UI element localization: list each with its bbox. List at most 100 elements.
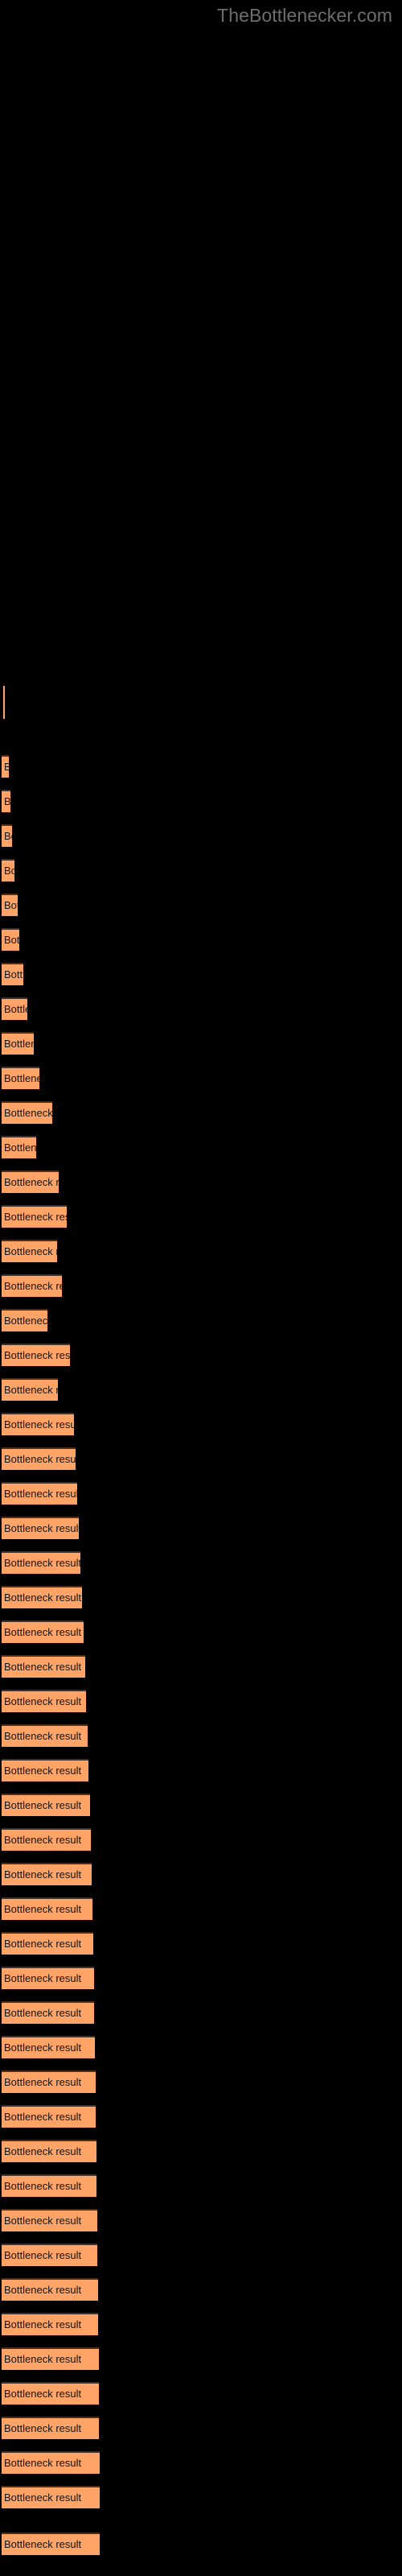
bar: Bottleneck result <box>2 1551 80 1574</box>
bar-row: Bottleneck result <box>0 1067 402 1089</box>
bar-label: Bottleneck result <box>4 1661 82 1673</box>
bar-label: Bottleneck result <box>4 1695 82 1707</box>
bar: Bottleneck result <box>2 1517 79 1539</box>
bar-row: Bottleneck result <box>0 2244 402 2266</box>
bar: Bottleneck result <box>2 1309 47 1331</box>
bar: Bottleneck result <box>2 1482 77 1505</box>
bar-row: Bottleneck result <box>0 1482 402 1505</box>
bar: Bottleneck result <box>2 2140 96 2162</box>
bar-row: Bottleneck result <box>0 1413 402 1435</box>
bar: Bottleneck result <box>2 963 23 985</box>
bar-label: Bottleneck result <box>4 1211 67 1223</box>
bar: Bottleneck result <box>2 859 14 881</box>
bar-label: Bottleneck result <box>4 1557 80 1569</box>
bar-label: Bottleneck result <box>4 762 9 773</box>
bar-label: Bottleneck result <box>4 1522 79 1534</box>
bar-row: Bottleneck result <box>0 997 402 1020</box>
bar-row: Bottleneck result <box>0 1274 402 1297</box>
bar: Bottleneck result <box>2 1863 92 1885</box>
bar: Bottleneck result <box>2 1759 88 1781</box>
bar: Bottleneck result <box>2 997 27 1020</box>
bar-label: Bottleneck result <box>4 830 12 842</box>
bar: Bottleneck result <box>2 1967 94 1989</box>
bar-row: Bottleneck result <box>0 1101 402 1124</box>
bar-row: Bottleneck result <box>0 2382 402 2405</box>
bar-label: Bottleneck result <box>4 1315 47 1327</box>
bar: Bottleneck result <box>2 1170 59 1193</box>
bar-row: Bottleneck result <box>0 2209 402 2231</box>
bar-row: Bottleneck result <box>0 1586 402 1608</box>
bar-label: Bottleneck result <box>4 1799 82 1811</box>
bar-label: Bottleneck result <box>4 968 23 980</box>
bar: Bottleneck result <box>2 2036 95 2058</box>
bar-label: Bottleneck result <box>4 2491 82 2504</box>
page-root: TheBottlenecker.com Bottleneck resultBot… <box>0 0 402 2576</box>
bar-row: Bottleneck result <box>0 1724 402 1747</box>
bar-label: Bottleneck result <box>4 2388 82 2400</box>
bar-label: Bottleneck result <box>4 2111 82 2123</box>
bar: Bottleneck result <box>2 1828 91 1851</box>
bar: Bottleneck result <box>2 1690 86 1712</box>
bar-row: Bottleneck result <box>0 1690 402 1712</box>
bar-row: Bottleneck result <box>0 2070 402 2093</box>
bar-label: Bottleneck result <box>4 1418 74 1430</box>
bar-label: Bottleneck result <box>4 1141 36 1154</box>
bar-row: Bottleneck result <box>0 1170 402 1193</box>
bar-label: Bottleneck result <box>4 2145 82 2157</box>
bar: Bottleneck result <box>2 2451 100 2474</box>
bar-label: Bottleneck result <box>4 2284 82 2296</box>
bar: Bottleneck result <box>2 928 19 951</box>
bar-label: Bottleneck result <box>4 2422 82 2434</box>
bar-label: Bottleneck result <box>4 2318 82 2330</box>
bar-label: Bottleneck result <box>4 1453 76 1465</box>
bar: Bottleneck result <box>2 1344 70 1366</box>
bar-label: Bottleneck result <box>4 2076 82 2088</box>
bar: Bottleneck result <box>2 1378 58 1401</box>
bar: Bottleneck result <box>2 1240 57 1262</box>
bar-label: Bottleneck result <box>4 1107 52 1119</box>
bar: Bottleneck result <box>2 2417 99 2439</box>
bar: Bottleneck result <box>2 2278 98 2301</box>
bar-row: Bottleneck result <box>0 1863 402 1885</box>
bar-chart-plot-area: Bottleneck result Bottleneck result Bottle… <box>0 0 402 2576</box>
bar-row: Bottleneck result <box>0 790 402 812</box>
bar: Bottleneck result <box>2 2070 96 2093</box>
bar: Bottleneck result <box>2 2382 99 2405</box>
bar-row: Bottleneck result <box>0 1794 402 1816</box>
bar-row: Bottleneck result <box>0 1897 402 1920</box>
bar-label: Bottleneck result <box>4 1072 39 1084</box>
bar: Bottleneck result <box>2 790 10 812</box>
bar-row: Bottleneck result <box>0 1240 402 1262</box>
bar-label: Bottleneck result <box>4 899 18 911</box>
bar-label: Bottleneck result <box>4 1245 57 1257</box>
bar-row: Bottleneck result <box>0 1136 402 1158</box>
bar-row: Bottleneck result <box>0 2105 402 2128</box>
bar-row: Bottleneck result <box>0 1205 402 1228</box>
bar-label: Bottleneck result <box>4 2007 82 2019</box>
bar-label: Bottleneck result <box>4 1176 59 1188</box>
bar-row <box>0 686 402 719</box>
bar: Bottleneck result <box>2 2486 100 2508</box>
bar-row: Bottleneck result <box>0 2174 402 2197</box>
bar-row: Bottleneck result <box>0 1309 402 1331</box>
bar-label: Bottleneck result <box>4 1903 82 1915</box>
bar: Bottleneck result <box>2 2347 99 2370</box>
bar-row: Bottleneck result <box>0 1551 402 1574</box>
bar-label: Bottleneck result <box>4 1384 58 1396</box>
bar: Bottleneck result <box>2 1447 76 1470</box>
bar-label: Bottleneck result <box>4 1349 70 1361</box>
bar-row: Bottleneck result <box>0 2140 402 2162</box>
bar: Bottleneck result <box>2 1655 85 1678</box>
bar-label: Bottleneck result <box>4 934 19 946</box>
bar: Bottleneck result <box>2 2313 98 2335</box>
bar-row: Bottleneck result <box>0 2451 402 2474</box>
bar-label: Bottleneck result <box>4 2353 82 2365</box>
bar-row: Bottleneck result <box>0 1759 402 1781</box>
bar: Bottleneck result <box>2 1032 34 1055</box>
bar-row: Bottleneck result <box>0 928 402 951</box>
bar-row: Bottleneck result <box>0 963 402 985</box>
bar-label: Bottleneck result <box>4 1765 82 1777</box>
bar: Bottleneck result <box>2 1067 39 1089</box>
bar-label: Bottleneck result <box>4 1626 82 1638</box>
bar: Bottleneck result <box>2 1724 88 1747</box>
